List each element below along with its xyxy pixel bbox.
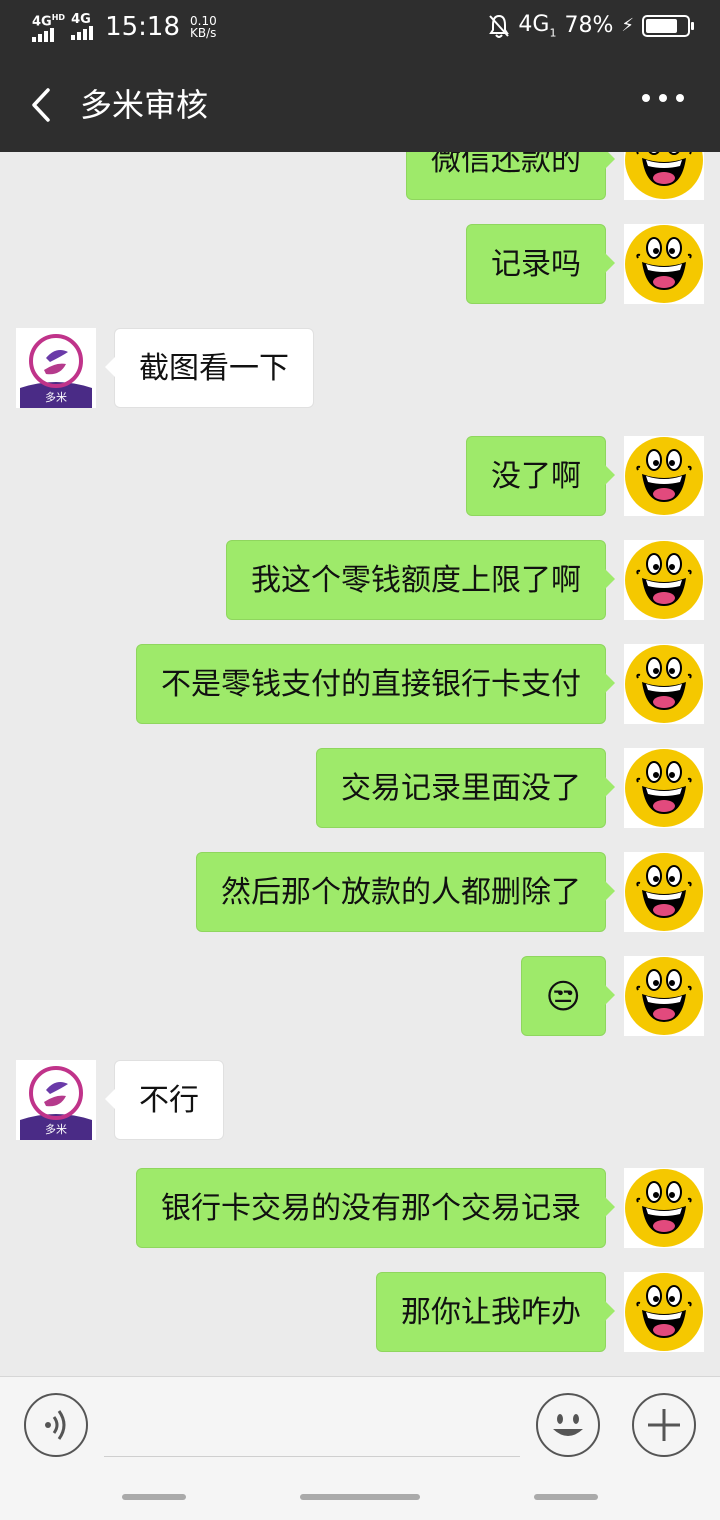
status-bar: 4GHD 4G 15:18 0.10 KB/s 4G1 78% ⚡ (0, 0, 720, 58)
message-bubble[interactable]: 截图看一下 (105, 328, 314, 408)
battery-icon (642, 14, 694, 37)
duomi-logo-avatar-icon[interactable]: 多米 (16, 328, 96, 408)
status-right: 4G1 78% ⚡ (488, 12, 694, 40)
plus-icon (648, 1409, 680, 1441)
speed-unit: KB/s (190, 26, 217, 41)
message-incoming: 多米 截图看一下 (0, 328, 720, 408)
message-bubble[interactable]: 记录吗 (466, 224, 615, 304)
svg-text:多米: 多米 (45, 1122, 67, 1136)
message-outgoing: 我这个零钱额度上限了啊 (0, 540, 720, 620)
message-bubble[interactable]: 微信还款的 (406, 152, 615, 200)
status-left: 4GHD 4G 15:18 0.10 KB/s (32, 12, 217, 43)
nav-recent-pill[interactable] (534, 1494, 598, 1500)
message-outgoing: 记录吗 (0, 224, 720, 304)
message-outgoing: 😒 (0, 956, 720, 1036)
clock: 15:18 (105, 12, 180, 43)
nav-back-pill[interactable] (122, 1494, 186, 1500)
smiley-avatar-icon[interactable] (624, 224, 704, 304)
smiley-avatar-icon[interactable] (624, 1168, 704, 1248)
network-type-3: 4G1 (518, 12, 557, 40)
message-bubble[interactable]: 没了啊 (466, 436, 615, 516)
voice-button[interactable] (24, 1393, 88, 1457)
message-bubble[interactable]: 不是零钱支付的直接银行卡支付 (136, 644, 615, 724)
signal-bars-icon (71, 26, 94, 41)
nav-home-pill[interactable] (300, 1494, 420, 1500)
smiley-avatar-icon[interactable] (624, 152, 704, 200)
message-outgoing: 那你让我咋办 (0, 1272, 720, 1352)
signal-2: 4G (71, 12, 94, 41)
message-bubble[interactable]: 我这个零钱额度上限了啊 (226, 540, 615, 620)
charging-icon: ⚡ (621, 15, 634, 37)
message-outgoing: 然后那个放款的人都删除了 (0, 852, 720, 932)
voice-icon (45, 1410, 66, 1440)
emoji-message-bubble[interactable]: 😒 (520, 956, 616, 1036)
battery-percent: 78% (564, 13, 614, 39)
network-type-1: 4G (32, 14, 52, 30)
message-outgoing: 没了啊 (0, 436, 720, 516)
message-outgoing: 交易记录里面没了 (0, 748, 720, 828)
smiley-avatar-icon[interactable] (624, 852, 704, 932)
smiley-avatar-icon[interactable] (624, 1272, 704, 1352)
smiley-avatar-icon[interactable] (624, 436, 704, 516)
message-list[interactable]: 微信还款的 记录吗 多米 截图看一下 没了啊 我这个零钱额度上限了啊 不是零钱支… (0, 152, 720, 1376)
emoji-button[interactable] (536, 1393, 600, 1457)
message-outgoing: 不是零钱支付的直接银行卡支付 (0, 644, 720, 724)
smiley-icon (553, 1414, 583, 1436)
more-dots-icon[interactable] (642, 94, 684, 102)
message-outgoing: 微信还款的 (0, 152, 720, 200)
message-bubble[interactable]: 交易记录里面没了 (316, 748, 615, 828)
smiley-avatar-icon[interactable] (624, 540, 704, 620)
message-bubble[interactable]: 然后那个放款的人都删除了 (196, 852, 615, 932)
signal-1: 4GHD (32, 12, 66, 43)
network-hd-label: HD (51, 13, 66, 22)
duomi-logo-avatar-icon[interactable]: 多米 (16, 1060, 96, 1140)
network-speed: 0.10 KB/s (190, 15, 217, 39)
network-type-2: 4G (71, 12, 91, 28)
chevron-left-icon[interactable] (22, 82, 62, 128)
message-input[interactable] (104, 1393, 520, 1457)
bell-muted-icon (489, 14, 510, 38)
svg-text:多米: 多米 (45, 390, 67, 404)
message-bubble[interactable]: 银行卡交易的没有那个交易记录 (136, 1168, 615, 1248)
smiley-avatar-icon[interactable] (624, 748, 704, 828)
page-title: 多米审核 (80, 86, 209, 124)
signal-bars-icon (32, 28, 54, 43)
message-incoming: 多米 不行 (0, 1060, 720, 1140)
message-outgoing: 银行卡交易的没有那个交易记录 (0, 1168, 720, 1248)
smiley-avatar-icon[interactable] (624, 956, 704, 1036)
smiley-avatar-icon[interactable] (624, 644, 704, 724)
plus-button[interactable] (632, 1393, 696, 1457)
chat-header: 多米审核 (0, 58, 720, 152)
message-bubble[interactable]: 那你让我咋办 (376, 1272, 615, 1352)
message-bubble[interactable]: 不行 (105, 1060, 224, 1140)
